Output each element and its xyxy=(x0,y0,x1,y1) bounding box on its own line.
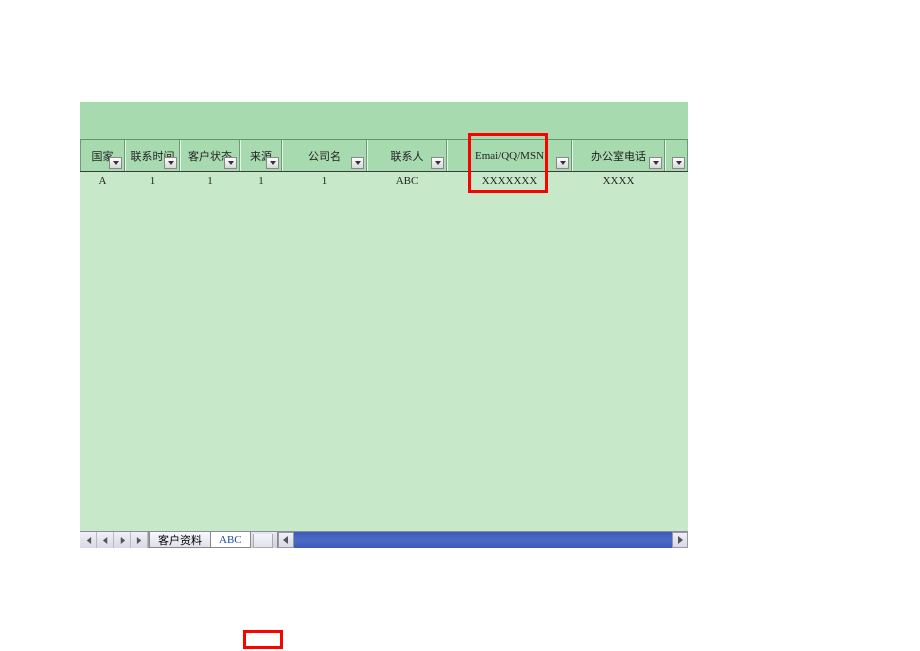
scroll-left-icon[interactable] xyxy=(278,532,294,548)
cell-office-phone[interactable]: XXXX xyxy=(572,172,665,190)
filter-dropdown-icon[interactable] xyxy=(556,157,569,169)
cell-customer-status[interactable]: 1 xyxy=(180,172,240,190)
header-cell-contact-time[interactable]: 联系时间 xyxy=(125,140,180,171)
empty-grid-body[interactable] xyxy=(80,190,688,548)
tab-nav-prev-icon[interactable] xyxy=(97,532,114,548)
filter-dropdown-icon[interactable] xyxy=(351,157,364,169)
tab-nav-group xyxy=(80,532,149,548)
cell-contact-person[interactable]: ABC xyxy=(367,172,447,190)
highlight-abc-tab xyxy=(243,630,283,649)
cell-company-name[interactable]: 1 xyxy=(282,172,367,190)
tab-nav-last-icon[interactable] xyxy=(131,532,148,548)
tab-nav-next-icon[interactable] xyxy=(114,532,131,548)
table-row[interactable]: A 1 1 1 1 ABC XXXXXXX XXXX xyxy=(80,172,688,190)
cell-extra[interactable] xyxy=(665,172,688,190)
filter-dropdown-icon[interactable] xyxy=(649,157,662,169)
tab-nav-first-icon[interactable] xyxy=(80,532,97,548)
header-label: 办公室电话 xyxy=(591,148,646,164)
header-label: 联系人 xyxy=(391,148,424,164)
sheet-tab-customer-data[interactable]: 客户资料 xyxy=(149,532,211,548)
header-cell-company-name[interactable]: 公司名 xyxy=(282,140,367,171)
header-label: 公司名 xyxy=(308,148,341,164)
table-header-row: 国家 联系时间 客户状态 来源 公司名 联系人 Emai/QQ/MSN 办公室 xyxy=(80,140,688,172)
filter-dropdown-icon[interactable] xyxy=(109,157,122,169)
header-cell-customer-status[interactable]: 客户状态 xyxy=(180,140,240,171)
scroll-right-icon[interactable] xyxy=(672,532,688,548)
filter-dropdown-icon[interactable] xyxy=(266,157,279,169)
spreadsheet-area: 国家 联系时间 客户状态 来源 公司名 联系人 Emai/QQ/MSN 办公室 xyxy=(80,102,688,548)
header-cell-country[interactable]: 国家 xyxy=(80,140,125,171)
header-label: Emai/QQ/MSN xyxy=(475,150,544,162)
header-cell-email-qq-msn[interactable]: Emai/QQ/MSN xyxy=(447,140,572,171)
cell-email[interactable]: XXXXXXX xyxy=(447,172,572,190)
sheet-tab-abc[interactable]: ABC xyxy=(210,532,251,548)
new-sheet-tab-icon[interactable] xyxy=(253,534,273,548)
cell-country[interactable]: A xyxy=(80,172,125,190)
header-cell-contact-person[interactable]: 联系人 xyxy=(367,140,447,171)
header-cell-office-phone[interactable]: 办公室电话 xyxy=(572,140,665,171)
cell-contact-time[interactable]: 1 xyxy=(125,172,180,190)
horizontal-scrollbar[interactable] xyxy=(277,532,688,548)
filter-dropdown-icon[interactable] xyxy=(672,157,685,169)
filter-dropdown-icon[interactable] xyxy=(224,157,237,169)
filter-dropdown-icon[interactable] xyxy=(431,157,444,169)
header-cell-source[interactable]: 来源 xyxy=(240,140,282,171)
sheet-tabs: 客户资料 ABC xyxy=(149,532,273,548)
filter-dropdown-icon[interactable] xyxy=(164,157,177,169)
pre-header-space xyxy=(80,102,688,140)
cell-source[interactable]: 1 xyxy=(240,172,282,190)
sheet-tab-bar: 客户资料 ABC xyxy=(80,531,688,548)
header-cell-extra[interactable] xyxy=(665,140,688,171)
